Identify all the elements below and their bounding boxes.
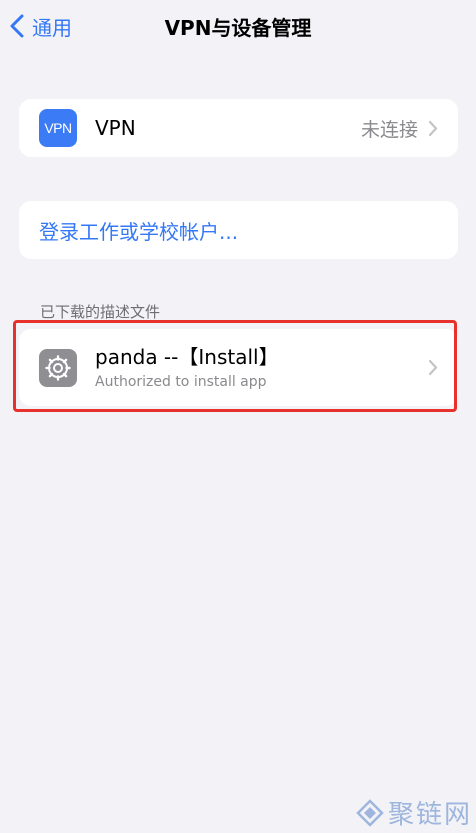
vpn-row[interactable]: VPN VPN 未连接 <box>19 99 458 157</box>
profile-title: panda --【Install】 <box>95 344 279 369</box>
chevron-right-icon <box>428 120 438 136</box>
gear-icon <box>45 354 71 381</box>
vpn-icon: VPN <box>39 109 77 147</box>
section-header-downloaded-profiles: 已下载的描述文件 <box>40 303 161 321</box>
profile-icon <box>39 348 77 387</box>
vpn-icon-text: VPN <box>44 120 72 136</box>
page-title: VPN与设备管理 <box>164 16 312 40</box>
profiles-group: panda --【Install】 Authorized to install … <box>19 329 458 406</box>
profile-subtitle: Authorized to install app <box>95 373 267 390</box>
watermark: 聚链网 <box>356 794 472 831</box>
profile-row[interactable]: panda --【Install】 Authorized to install … <box>19 329 458 406</box>
login-work-school-account-row[interactable]: 登录工作或学校帐户... <box>19 201 458 259</box>
vpn-group: VPN VPN 未连接 <box>19 99 458 157</box>
account-group: 登录工作或学校帐户... <box>19 201 458 259</box>
login-account-link: 登录工作或学校帐户... <box>39 219 239 244</box>
chevron-right-icon <box>428 359 438 376</box>
watermark-logo-icon <box>356 798 384 827</box>
profile-text: panda --【Install】 Authorized to install … <box>95 344 279 392</box>
vpn-label: VPN <box>95 116 136 140</box>
navigation-bar: 通用 VPN与设备管理 <box>0 0 476 52</box>
vpn-status: 未连接 <box>360 118 418 141</box>
watermark-text: 聚链网 <box>387 800 472 830</box>
